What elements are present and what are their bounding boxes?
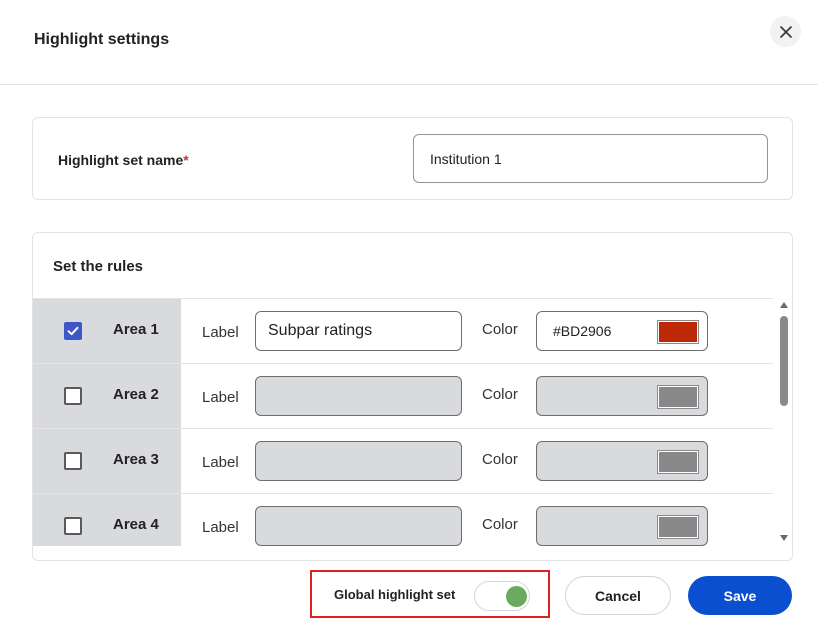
color-caption: Color (482, 321, 518, 338)
area-3-label-input[interactable] (255, 441, 462, 481)
global-highlight-label: Global highlight set (334, 587, 456, 602)
area-4-checkbox[interactable] (64, 517, 82, 535)
label-caption: Label (202, 389, 239, 406)
area-2-color-input[interactable] (536, 376, 708, 416)
area-name: Area 2 (113, 386, 159, 403)
rule-row-header: Area 4 (33, 494, 181, 546)
label-caption: Label (202, 324, 239, 341)
area-4-label-input[interactable] (255, 506, 462, 546)
rule-row-header: Area 1 (33, 299, 181, 363)
color-caption: Color (482, 516, 518, 533)
check-icon (67, 326, 79, 336)
area-2-label-input[interactable] (255, 376, 462, 416)
rule-row-area-4: Area 4 Label Color (33, 494, 773, 546)
color-swatch[interactable] (657, 450, 699, 474)
scroll-thumb[interactable] (780, 316, 788, 406)
color-caption: Color (482, 386, 518, 403)
close-icon (779, 25, 792, 38)
rules-scrollbar[interactable] (777, 298, 791, 546)
area-2-checkbox[interactable] (64, 387, 82, 405)
color-swatch[interactable] (657, 320, 699, 344)
color-swatch[interactable] (657, 515, 699, 539)
scroll-up-arrow-icon[interactable] (780, 302, 788, 308)
area-name: Area 1 (113, 321, 159, 338)
rule-row-area-1: Area 1 Label Subpar ratings Color #BD290… (33, 299, 773, 364)
label-caption: Label (202, 519, 239, 536)
area-1-checkbox[interactable] (64, 322, 82, 340)
area-3-color-input[interactable] (536, 441, 708, 481)
highlight-name-card: Highlight set name* Institution 1 (32, 117, 793, 200)
color-hex-value: #BD2906 (553, 323, 612, 339)
area-4-color-input[interactable] (536, 506, 708, 546)
area-name: Area 3 (113, 451, 159, 468)
area-1-color-input[interactable]: #BD2906 (536, 311, 708, 351)
color-swatch[interactable] (657, 385, 699, 409)
save-button[interactable]: Save (688, 576, 792, 615)
dialog-title: Highlight settings (34, 31, 170, 48)
close-button[interactable] (770, 16, 801, 47)
color-caption: Color (482, 451, 518, 468)
rule-row-area-3: Area 3 Label Color (33, 429, 773, 494)
area-3-checkbox[interactable] (64, 452, 82, 470)
rule-row-header: Area 2 (33, 364, 181, 428)
area-1-label-input[interactable]: Subpar ratings (255, 311, 462, 351)
toggle-knob (506, 586, 527, 607)
global-highlight-group: Global highlight set (310, 570, 550, 618)
global-highlight-toggle[interactable] (474, 581, 530, 611)
rules-title: Set the rules (53, 258, 144, 275)
label-caption: Label (202, 454, 239, 471)
rule-row-area-2: Area 2 Label Color (33, 364, 773, 429)
highlight-name-label: Highlight set name* (58, 152, 189, 168)
rules-card: Set the rules Area 1 Label Subpar rating… (32, 232, 793, 561)
dialog-header: Highlight settings (0, 0, 818, 85)
scroll-down-arrow-icon[interactable] (780, 535, 788, 541)
rules-list: Area 1 Label Subpar ratings Color #BD290… (33, 298, 773, 546)
rule-row-header: Area 3 (33, 429, 181, 493)
required-mark: * (183, 152, 189, 168)
cancel-button[interactable]: Cancel (565, 576, 671, 615)
area-name: Area 4 (113, 516, 159, 533)
highlight-name-input[interactable]: Institution 1 (413, 134, 768, 183)
